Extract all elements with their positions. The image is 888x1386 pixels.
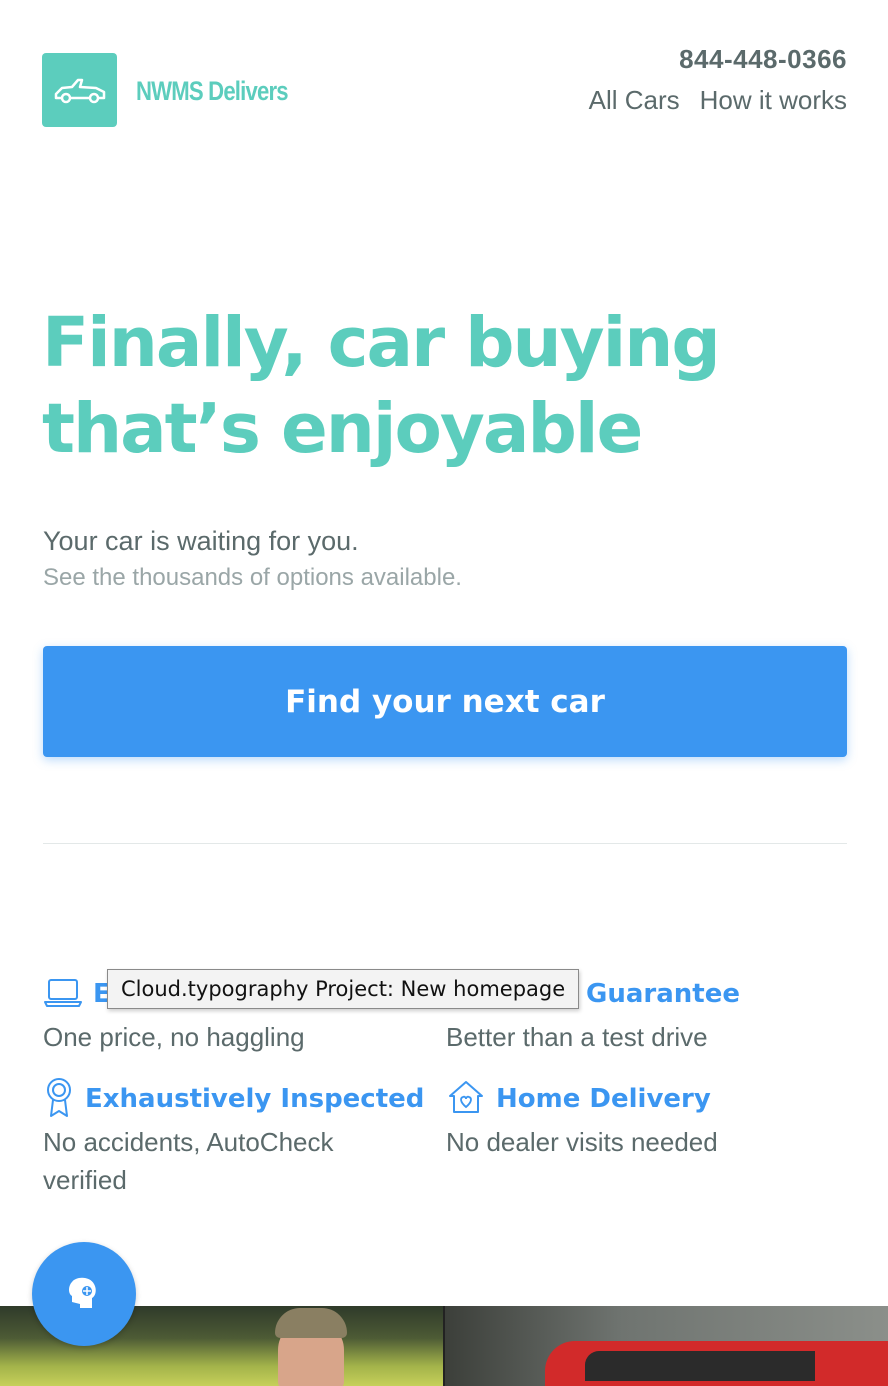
feature-inspected: Exhaustively Inspected No accidents, Aut… <box>43 1076 433 1199</box>
truck-photo <box>445 1306 888 1386</box>
hero-title-line-1: Finally, car buying <box>42 303 721 383</box>
hero-subsubtitle: See the thousands of options available. <box>43 564 462 591</box>
car-icon <box>54 78 105 104</box>
nav-all-cars[interactable]: All Cars <box>589 85 680 116</box>
feature-desc: No dealer visits needed <box>446 1127 718 1157</box>
home-heart-icon <box>446 1078 486 1121</box>
truck-window <box>585 1351 815 1381</box>
feature-title: Home Delivery <box>496 1084 711 1114</box>
browser-tooltip: Cloud.typography Project: New homepage <box>107 969 580 1009</box>
feature-home-delivery: Home Delivery No dealer visits needed <box>446 1079 846 1161</box>
feature-title: Guarantee <box>586 979 740 1009</box>
hero-title: Finally, car buying that’s enjoyable <box>42 300 842 472</box>
hero-subtitle: Your car is waiting for you. <box>43 526 359 556</box>
main-nav: All Cars How it works <box>589 85 847 116</box>
head-help-icon <box>69 1277 96 1308</box>
laptop-icon <box>43 976 83 1013</box>
photo-strip <box>0 1306 888 1386</box>
feature-desc: One price, no haggling <box>43 1022 305 1052</box>
feature-desc: Better than a test drive <box>446 1022 708 1052</box>
brand-name[interactable]: NWMS Delivers <box>136 76 289 107</box>
logo[interactable] <box>42 53 117 127</box>
phone-number[interactable]: 844-448-0366 <box>679 44 847 75</box>
hero-title-line-2: that’s enjoyable <box>42 389 643 469</box>
find-car-button[interactable]: Find your next car <box>43 646 847 757</box>
site-header: NWMS Delivers 844-448-0366 All Cars How … <box>0 0 888 150</box>
nav-how-it-works[interactable]: How it works <box>700 85 847 116</box>
feature-title: Exhaustively Inspected <box>85 1084 425 1114</box>
help-chat-button[interactable] <box>32 1242 136 1346</box>
divider <box>43 843 847 844</box>
person-hat <box>275 1308 347 1338</box>
feature-desc: No accidents, AutoCheck verified <box>43 1127 334 1195</box>
award-ribbon-icon <box>43 1076 75 1123</box>
